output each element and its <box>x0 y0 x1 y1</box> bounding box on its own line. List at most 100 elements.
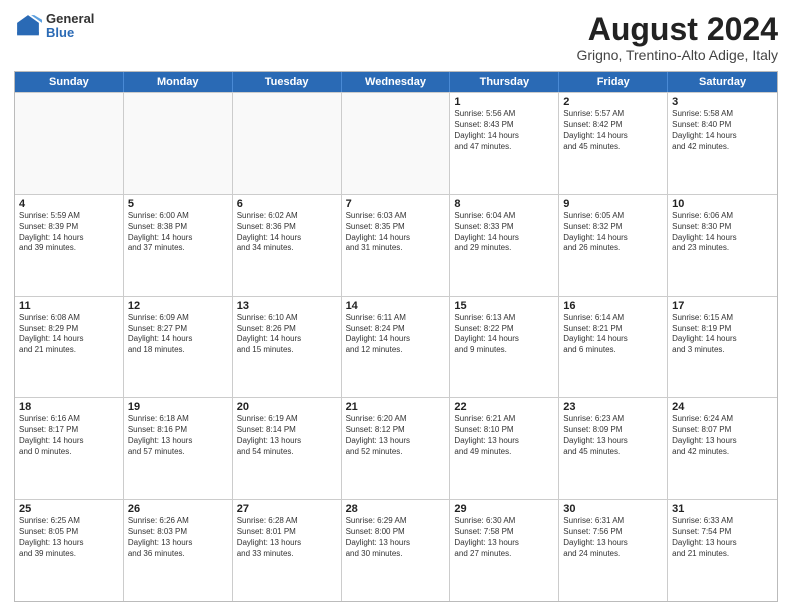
calendar-cell: 5Sunrise: 6:00 AM Sunset: 8:38 PM Daylig… <box>124 195 233 296</box>
calendar-cell <box>342 93 451 194</box>
calendar-cell: 7Sunrise: 6:03 AM Sunset: 8:35 PM Daylig… <box>342 195 451 296</box>
calendar-cell: 10Sunrise: 6:06 AM Sunset: 8:30 PM Dayli… <box>668 195 777 296</box>
calendar-cell: 8Sunrise: 6:04 AM Sunset: 8:33 PM Daylig… <box>450 195 559 296</box>
day-info: Sunrise: 6:30 AM Sunset: 7:58 PM Dayligh… <box>454 516 554 559</box>
header-day-saturday: Saturday <box>668 72 777 92</box>
day-number: 17 <box>672 300 773 312</box>
calendar-cell <box>233 93 342 194</box>
calendar-row-1: 4Sunrise: 5:59 AM Sunset: 8:39 PM Daylig… <box>15 194 777 296</box>
day-number: 4 <box>19 198 119 210</box>
calendar-cell: 4Sunrise: 5:59 AM Sunset: 8:39 PM Daylig… <box>15 195 124 296</box>
calendar-cell: 31Sunrise: 6:33 AM Sunset: 7:54 PM Dayli… <box>668 500 777 601</box>
header-day-monday: Monday <box>124 72 233 92</box>
day-number: 27 <box>237 503 337 515</box>
calendar-cell: 20Sunrise: 6:19 AM Sunset: 8:14 PM Dayli… <box>233 398 342 499</box>
day-number: 23 <box>563 401 663 413</box>
header-day-thursday: Thursday <box>450 72 559 92</box>
title-month: August 2024 <box>576 12 778 47</box>
day-number: 15 <box>454 300 554 312</box>
calendar-cell: 24Sunrise: 6:24 AM Sunset: 8:07 PM Dayli… <box>668 398 777 499</box>
day-info: Sunrise: 6:13 AM Sunset: 8:22 PM Dayligh… <box>454 313 554 356</box>
day-number: 31 <box>672 503 773 515</box>
day-info: Sunrise: 5:59 AM Sunset: 8:39 PM Dayligh… <box>19 211 119 254</box>
day-number: 19 <box>128 401 228 413</box>
day-info: Sunrise: 6:04 AM Sunset: 8:33 PM Dayligh… <box>454 211 554 254</box>
day-number: 24 <box>672 401 773 413</box>
day-info: Sunrise: 6:16 AM Sunset: 8:17 PM Dayligh… <box>19 414 119 457</box>
calendar-cell: 26Sunrise: 6:26 AM Sunset: 8:03 PM Dayli… <box>124 500 233 601</box>
day-number: 14 <box>346 300 446 312</box>
day-number: 20 <box>237 401 337 413</box>
calendar-cell: 21Sunrise: 6:20 AM Sunset: 8:12 PM Dayli… <box>342 398 451 499</box>
day-info: Sunrise: 6:05 AM Sunset: 8:32 PM Dayligh… <box>563 211 663 254</box>
calendar-cell: 12Sunrise: 6:09 AM Sunset: 8:27 PM Dayli… <box>124 297 233 398</box>
day-number: 12 <box>128 300 228 312</box>
calendar-row-4: 25Sunrise: 6:25 AM Sunset: 8:05 PM Dayli… <box>15 499 777 601</box>
calendar-cell: 13Sunrise: 6:10 AM Sunset: 8:26 PM Dayli… <box>233 297 342 398</box>
day-info: Sunrise: 6:00 AM Sunset: 8:38 PM Dayligh… <box>128 211 228 254</box>
day-number: 29 <box>454 503 554 515</box>
day-number: 22 <box>454 401 554 413</box>
calendar-cell: 29Sunrise: 6:30 AM Sunset: 7:58 PM Dayli… <box>450 500 559 601</box>
calendar-cell: 19Sunrise: 6:18 AM Sunset: 8:16 PM Dayli… <box>124 398 233 499</box>
calendar-cell: 14Sunrise: 6:11 AM Sunset: 8:24 PM Dayli… <box>342 297 451 398</box>
header-day-sunday: Sunday <box>15 72 124 92</box>
calendar-cell: 17Sunrise: 6:15 AM Sunset: 8:19 PM Dayli… <box>668 297 777 398</box>
day-number: 28 <box>346 503 446 515</box>
day-info: Sunrise: 6:06 AM Sunset: 8:30 PM Dayligh… <box>672 211 773 254</box>
day-number: 26 <box>128 503 228 515</box>
header-day-wednesday: Wednesday <box>342 72 451 92</box>
day-number: 5 <box>128 198 228 210</box>
day-number: 16 <box>563 300 663 312</box>
day-info: Sunrise: 5:56 AM Sunset: 8:43 PM Dayligh… <box>454 109 554 152</box>
day-info: Sunrise: 5:58 AM Sunset: 8:40 PM Dayligh… <box>672 109 773 152</box>
page: General Blue August 2024 Grigno, Trentin… <box>0 0 792 612</box>
header-day-friday: Friday <box>559 72 668 92</box>
day-info: Sunrise: 6:20 AM Sunset: 8:12 PM Dayligh… <box>346 414 446 457</box>
day-info: Sunrise: 5:57 AM Sunset: 8:42 PM Dayligh… <box>563 109 663 152</box>
calendar-cell: 1Sunrise: 5:56 AM Sunset: 8:43 PM Daylig… <box>450 93 559 194</box>
day-info: Sunrise: 6:31 AM Sunset: 7:56 PM Dayligh… <box>563 516 663 559</box>
day-number: 30 <box>563 503 663 515</box>
calendar-header: SundayMondayTuesdayWednesdayThursdayFrid… <box>15 72 777 92</box>
logo-general: General <box>46 12 94 26</box>
calendar-cell: 22Sunrise: 6:21 AM Sunset: 8:10 PM Dayli… <box>450 398 559 499</box>
logo-text: General Blue <box>46 12 94 41</box>
day-info: Sunrise: 6:26 AM Sunset: 8:03 PM Dayligh… <box>128 516 228 559</box>
day-number: 8 <box>454 198 554 210</box>
day-number: 7 <box>346 198 446 210</box>
day-number: 6 <box>237 198 337 210</box>
day-info: Sunrise: 6:33 AM Sunset: 7:54 PM Dayligh… <box>672 516 773 559</box>
logo-blue: Blue <box>46 26 94 40</box>
calendar-cell <box>124 93 233 194</box>
logo-icon <box>14 12 42 40</box>
header-day-tuesday: Tuesday <box>233 72 342 92</box>
day-info: Sunrise: 6:03 AM Sunset: 8:35 PM Dayligh… <box>346 211 446 254</box>
calendar-cell: 27Sunrise: 6:28 AM Sunset: 8:01 PM Dayli… <box>233 500 342 601</box>
calendar-row-0: 1Sunrise: 5:56 AM Sunset: 8:43 PM Daylig… <box>15 92 777 194</box>
day-number: 2 <box>563 96 663 108</box>
day-number: 21 <box>346 401 446 413</box>
calendar-cell: 11Sunrise: 6:08 AM Sunset: 8:29 PM Dayli… <box>15 297 124 398</box>
calendar-row-2: 11Sunrise: 6:08 AM Sunset: 8:29 PM Dayli… <box>15 296 777 398</box>
day-info: Sunrise: 6:23 AM Sunset: 8:09 PM Dayligh… <box>563 414 663 457</box>
calendar-cell: 15Sunrise: 6:13 AM Sunset: 8:22 PM Dayli… <box>450 297 559 398</box>
calendar-row-3: 18Sunrise: 6:16 AM Sunset: 8:17 PM Dayli… <box>15 397 777 499</box>
calendar-cell: 3Sunrise: 5:58 AM Sunset: 8:40 PM Daylig… <box>668 93 777 194</box>
day-number: 1 <box>454 96 554 108</box>
day-number: 10 <box>672 198 773 210</box>
title-location: Grigno, Trentino-Alto Adige, Italy <box>576 47 778 63</box>
calendar-cell: 28Sunrise: 6:29 AM Sunset: 8:00 PM Dayli… <box>342 500 451 601</box>
day-number: 18 <box>19 401 119 413</box>
calendar-cell: 9Sunrise: 6:05 AM Sunset: 8:32 PM Daylig… <box>559 195 668 296</box>
calendar-cell: 2Sunrise: 5:57 AM Sunset: 8:42 PM Daylig… <box>559 93 668 194</box>
calendar-body: 1Sunrise: 5:56 AM Sunset: 8:43 PM Daylig… <box>15 92 777 601</box>
day-number: 25 <box>19 503 119 515</box>
title-block: August 2024 Grigno, Trentino-Alto Adige,… <box>576 12 778 63</box>
day-info: Sunrise: 6:14 AM Sunset: 8:21 PM Dayligh… <box>563 313 663 356</box>
logo: General Blue <box>14 12 94 41</box>
calendar: SundayMondayTuesdayWednesdayThursdayFrid… <box>14 71 778 602</box>
day-info: Sunrise: 6:25 AM Sunset: 8:05 PM Dayligh… <box>19 516 119 559</box>
day-info: Sunrise: 6:21 AM Sunset: 8:10 PM Dayligh… <box>454 414 554 457</box>
calendar-cell: 18Sunrise: 6:16 AM Sunset: 8:17 PM Dayli… <box>15 398 124 499</box>
